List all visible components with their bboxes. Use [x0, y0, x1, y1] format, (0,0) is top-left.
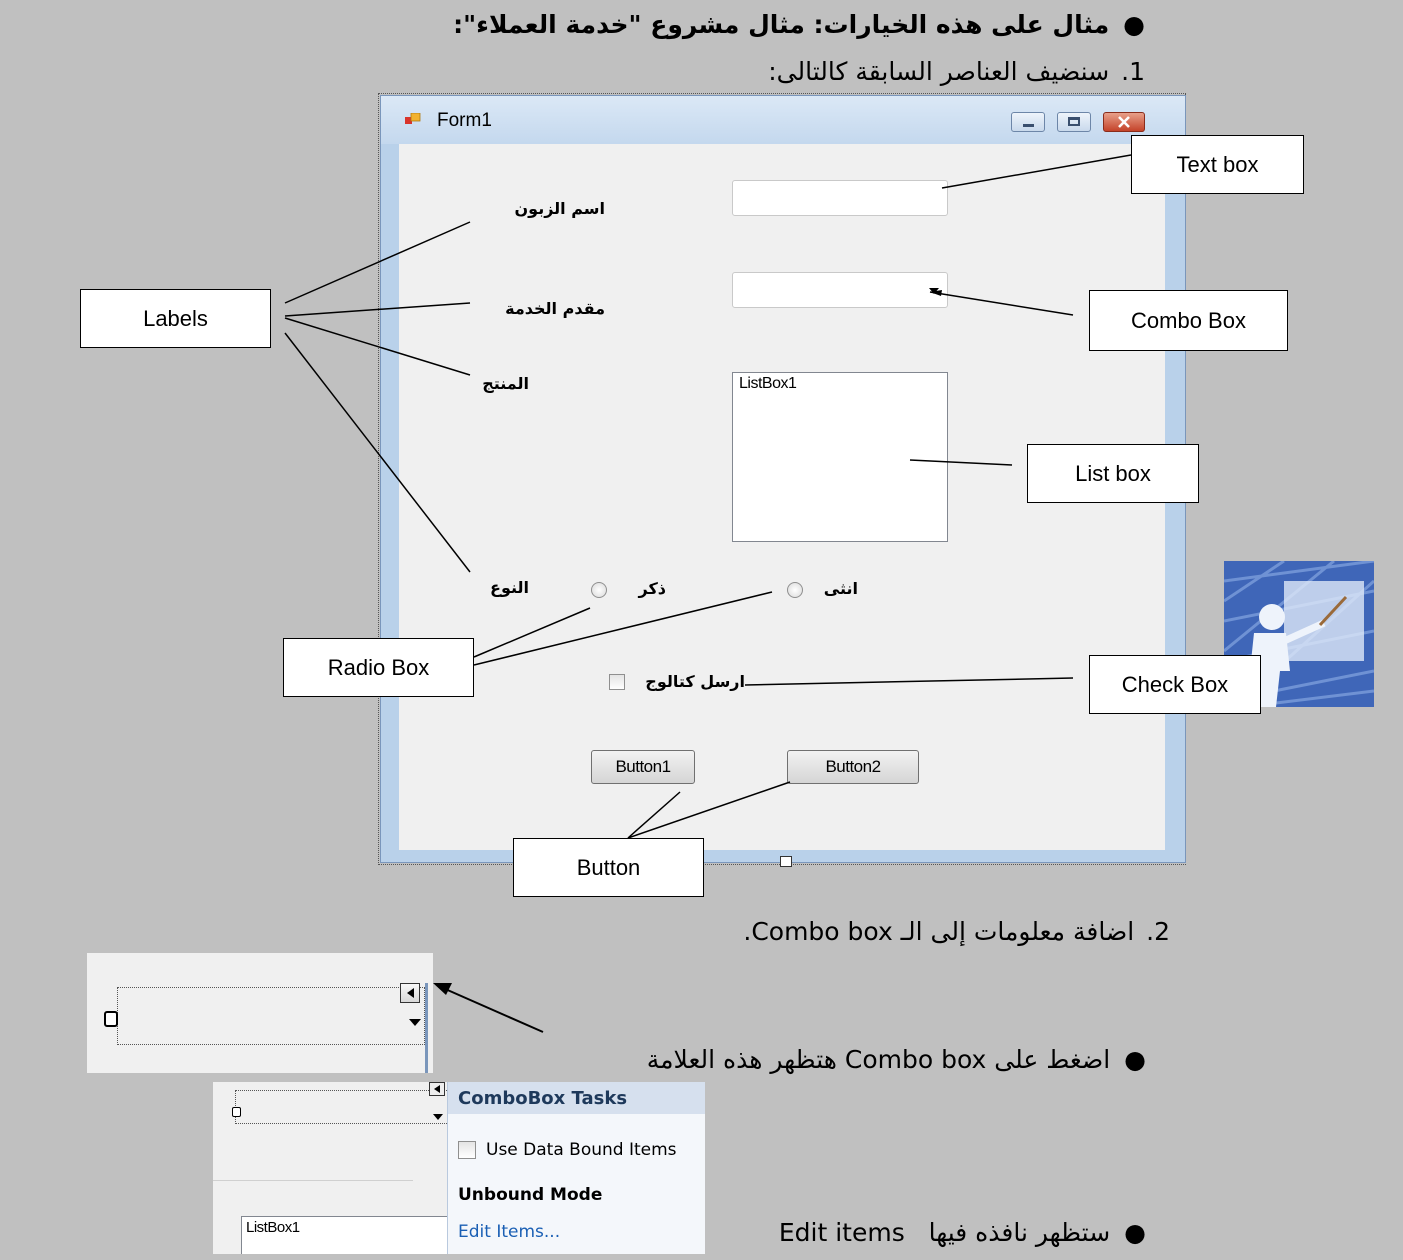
combo-selection-outline [235, 1090, 455, 1124]
radio-male[interactable] [591, 582, 607, 598]
maximize-icon [1068, 117, 1080, 126]
bullet-title-text: مثال على هذه الخيارات: مثال مشروع "خدمة … [453, 10, 1110, 39]
callout-list-box: List box [1027, 444, 1199, 503]
product-listbox[interactable]: ListBox1 [732, 372, 948, 542]
form-title: Form1 [437, 110, 492, 131]
step2-number: 2. [1146, 917, 1170, 946]
combobox-tasks-screenshot: ListBox1 ComboBox Tasks Use Data Bound I… [213, 1082, 705, 1254]
instruction-click-combo-text: اضغط على Combo box هتظهر هذه العلامة [646, 1045, 1111, 1074]
label-customer-name: اسم الزبون [514, 199, 605, 218]
combo-smart-tag-screenshot [87, 953, 433, 1073]
service-provider-combobox[interactable] [732, 272, 948, 308]
step1-text: سنضيف العناصر السابقة كالتالى: [768, 57, 1110, 86]
button2[interactable]: Button2 [787, 750, 919, 784]
panel-edge [425, 983, 428, 1073]
combobox-tasks-panel: ComboBox Tasks Use Data Bound Items Unbo… [447, 1082, 705, 1254]
use-data-bound-checkbox[interactable] [458, 1141, 476, 1159]
step1-number: 1. [1121, 57, 1145, 86]
button1[interactable]: Button1 [591, 750, 695, 784]
callout-combo-box: Combo Box [1089, 290, 1288, 351]
edit-items-link[interactable]: Edit Items... [458, 1222, 560, 1242]
callout-check-box: Check Box [1089, 655, 1261, 714]
radio-female-label: انثى [823, 579, 858, 598]
callout-radio-box: Radio Box [283, 638, 474, 697]
minimize-icon [1023, 124, 1034, 127]
bullet-dot: ● [1123, 10, 1145, 39]
unbound-mode-heading: Unbound Mode [458, 1185, 603, 1205]
smart-tag-button[interactable] [429, 1082, 445, 1096]
resize-handle[interactable] [780, 856, 792, 867]
close-icon [1118, 116, 1130, 128]
chevron-down-icon [433, 1114, 443, 1120]
customer-name-textbox[interactable] [732, 180, 948, 216]
form-icon [405, 113, 421, 124]
label-product: المنتج [482, 374, 529, 393]
listbox[interactable]: ListBox1 [241, 1216, 449, 1254]
chevron-down-icon [409, 1019, 421, 1026]
send-catalog-checkbox[interactable] [609, 674, 625, 690]
resize-handle[interactable] [232, 1107, 241, 1117]
chevron-down-icon [929, 288, 939, 294]
tasks-header: ComboBox Tasks [448, 1082, 705, 1114]
minimize-button[interactable] [1011, 112, 1045, 132]
smart-tag-button[interactable] [400, 983, 420, 1003]
label-service-provider: مقدم الخدمة [505, 299, 605, 318]
resize-handle[interactable] [104, 1011, 118, 1027]
maximize-button[interactable] [1057, 112, 1091, 132]
instruction-edit-items-text: ستظهر نافذه فيها Edit items [778, 1218, 1111, 1247]
radio-female[interactable] [787, 582, 803, 598]
radio-male-label: ذكر [638, 579, 666, 598]
bullet-dot: ● [1124, 1218, 1146, 1247]
step2-text: اضافة معلومات إلى الـ Combo box. [743, 917, 1135, 946]
callout-button: Button [513, 838, 704, 897]
use-data-bound-label: Use Data Bound Items [486, 1140, 677, 1160]
label-gender: النوع [490, 578, 529, 597]
use-data-bound-items-row[interactable]: Use Data Bound Items [458, 1140, 677, 1160]
bullet-dot: ● [1124, 1045, 1146, 1074]
step1: 1. سنضيف العناصر السابقة كالتالى: [640, 57, 1145, 86]
step2: 2. اضافة معلومات إلى الـ Combo box. [610, 917, 1170, 946]
instruction-click-combo: ● اضغط على Combo box هتظهر هذه العلامة [556, 1045, 1146, 1074]
bullet-title: ● مثال على هذه الخيارات: مثال مشروع "خدم… [415, 10, 1145, 39]
arrow-left-icon [434, 1085, 440, 1093]
arrow-left-icon [407, 988, 414, 998]
close-button[interactable] [1103, 112, 1145, 132]
callout-labels: Labels [80, 289, 271, 348]
form-titlebar: Form1 [381, 96, 1185, 144]
callout-text-box: Text box [1131, 135, 1304, 194]
send-catalog-label: ارسل كتالوج [645, 672, 745, 691]
divider [213, 1180, 413, 1181]
combo-selection-outline [117, 987, 425, 1045]
instruction-edit-items: ● ستظهر نافذه فيها Edit items [700, 1218, 1146, 1247]
